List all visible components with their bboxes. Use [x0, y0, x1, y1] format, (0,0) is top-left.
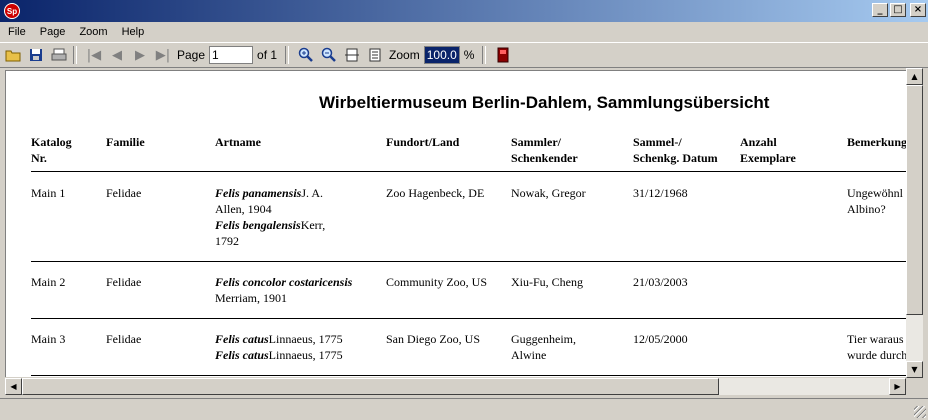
row2-familie: Felidae — [106, 275, 142, 289]
scroll-right-icon[interactable]: ▶ — [889, 378, 906, 395]
status-bar — [0, 398, 928, 420]
row3-bemerkung: Tier waraus wurde durch — [847, 332, 906, 362]
header-bemerkung: Bemerkung — [847, 135, 906, 149]
row1-bemerkung: Ungewöhnl Albino? — [847, 186, 903, 216]
row3-familie: Felidae — [106, 332, 142, 346]
toolbar-separator — [285, 46, 290, 64]
row2-katalog: Main 2 — [31, 275, 66, 289]
page-count-label: of 1 — [257, 48, 278, 62]
whole-page-icon[interactable] — [365, 45, 385, 65]
report-title: Wirbeltiermuseum Berlin-Dahlem, Sammlung… — [319, 93, 770, 112]
row1-familie: Felidae — [106, 186, 142, 200]
print-icon[interactable] — [49, 45, 69, 65]
header-artname: Artname — [215, 135, 261, 149]
zoom-out-icon[interactable] — [319, 45, 339, 65]
scroll-left-icon[interactable]: ◀ — [5, 378, 22, 395]
row3-fundort: San Diego Zoo, US — [386, 332, 480, 346]
row-divider — [31, 375, 906, 376]
toolbar: |◀ ◀ ▶ ▶| Page of 1 Zoom 100.0 % — [0, 42, 928, 68]
horizontal-scroll-thumb[interactable] — [22, 378, 719, 395]
maximize-button[interactable]: □ — [890, 3, 906, 17]
header-familie: Familie — [106, 135, 145, 149]
title-bar: Sp _ □ × — [0, 0, 928, 22]
header-fundort: Fundort/Land — [386, 135, 460, 149]
resize-grip-icon[interactable] — [914, 406, 926, 418]
open-folder-icon[interactable] — [3, 45, 23, 65]
menu-zoom[interactable]: Zoom — [71, 26, 113, 38]
row3-artname: Felis catusLinnaeus, 1775 Felis catusLin… — [215, 332, 343, 362]
percent-label: % — [463, 48, 475, 62]
last-page-icon[interactable]: ▶| — [153, 45, 173, 65]
row-divider — [31, 318, 906, 319]
header-datum: Sammel-/Schenkg. Datum — [633, 135, 718, 165]
row2-sammler: Xiu-Fu, Cheng — [511, 275, 583, 289]
minimize-button[interactable]: _ — [872, 3, 888, 17]
row1-artname: Felis panamensisJ. A. Allen, 1904 Felis … — [215, 186, 326, 248]
menu-page[interactable]: Page — [32, 26, 72, 38]
scroll-down-icon[interactable]: ▼ — [906, 361, 923, 378]
page-width-icon[interactable] — [342, 45, 362, 65]
header-anzahl: Anzahl Exemplare — [740, 135, 796, 165]
horizontal-scrollbar[interactable]: ◀ ▶ — [5, 378, 906, 395]
app-icon[interactable]: Sp — [4, 3, 20, 19]
scroll-up-icon[interactable]: ▲ — [906, 68, 923, 85]
next-page-icon[interactable]: ▶ — [130, 45, 150, 65]
header-divider — [31, 171, 906, 172]
page-label: Page — [177, 48, 206, 62]
row2-artname: Felis concolor costaricensis Merriam, 19… — [215, 275, 353, 305]
vertical-scrollbar[interactable]: ▲ ▼ — [906, 68, 923, 378]
row-divider — [31, 261, 906, 262]
toolbar-separator — [73, 46, 77, 64]
menu-file[interactable]: File — [0, 26, 32, 38]
zoom-label: Zoom — [389, 48, 420, 62]
first-page-icon[interactable]: |◀ — [84, 45, 104, 65]
prev-page-icon[interactable]: ◀ — [107, 45, 127, 65]
row2-datum: 21/03/2003 — [633, 275, 688, 289]
toolbar-separator — [482, 46, 487, 64]
row1-katalog: Main 1 — [31, 186, 66, 200]
row3-katalog: Main 3 — [31, 332, 66, 346]
save-icon[interactable] — [26, 45, 46, 65]
menu-bar: File Page Zoom Help — [0, 22, 928, 42]
menu-help[interactable]: Help — [114, 26, 151, 38]
row1-sammler: Nowak, Gregor — [511, 186, 586, 200]
zoom-in-icon[interactable] — [296, 45, 316, 65]
exit-icon[interactable] — [493, 45, 513, 65]
header-sammler: Sammler/Schenkender — [511, 135, 578, 165]
row3-datum: 12/05/2000 — [633, 332, 688, 346]
page-number-input[interactable] — [209, 46, 254, 64]
report-preview: Wirbeltiermuseum Berlin-Dahlem, Sammlung… — [5, 70, 906, 377]
header-katalog: Katalog Nr. — [31, 135, 72, 165]
row1-fundort: Zoo Hagenbeck, DE — [386, 186, 485, 200]
vertical-scroll-thumb[interactable] — [906, 85, 923, 315]
row2-fundort: Community Zoo, US — [386, 275, 488, 289]
row3-sammler: Guggenheim, Alwine — [511, 332, 576, 362]
row1-datum: 31/12/1968 — [633, 186, 688, 200]
zoom-input[interactable]: 100.0 — [423, 46, 460, 64]
close-button[interactable]: × — [910, 3, 926, 17]
